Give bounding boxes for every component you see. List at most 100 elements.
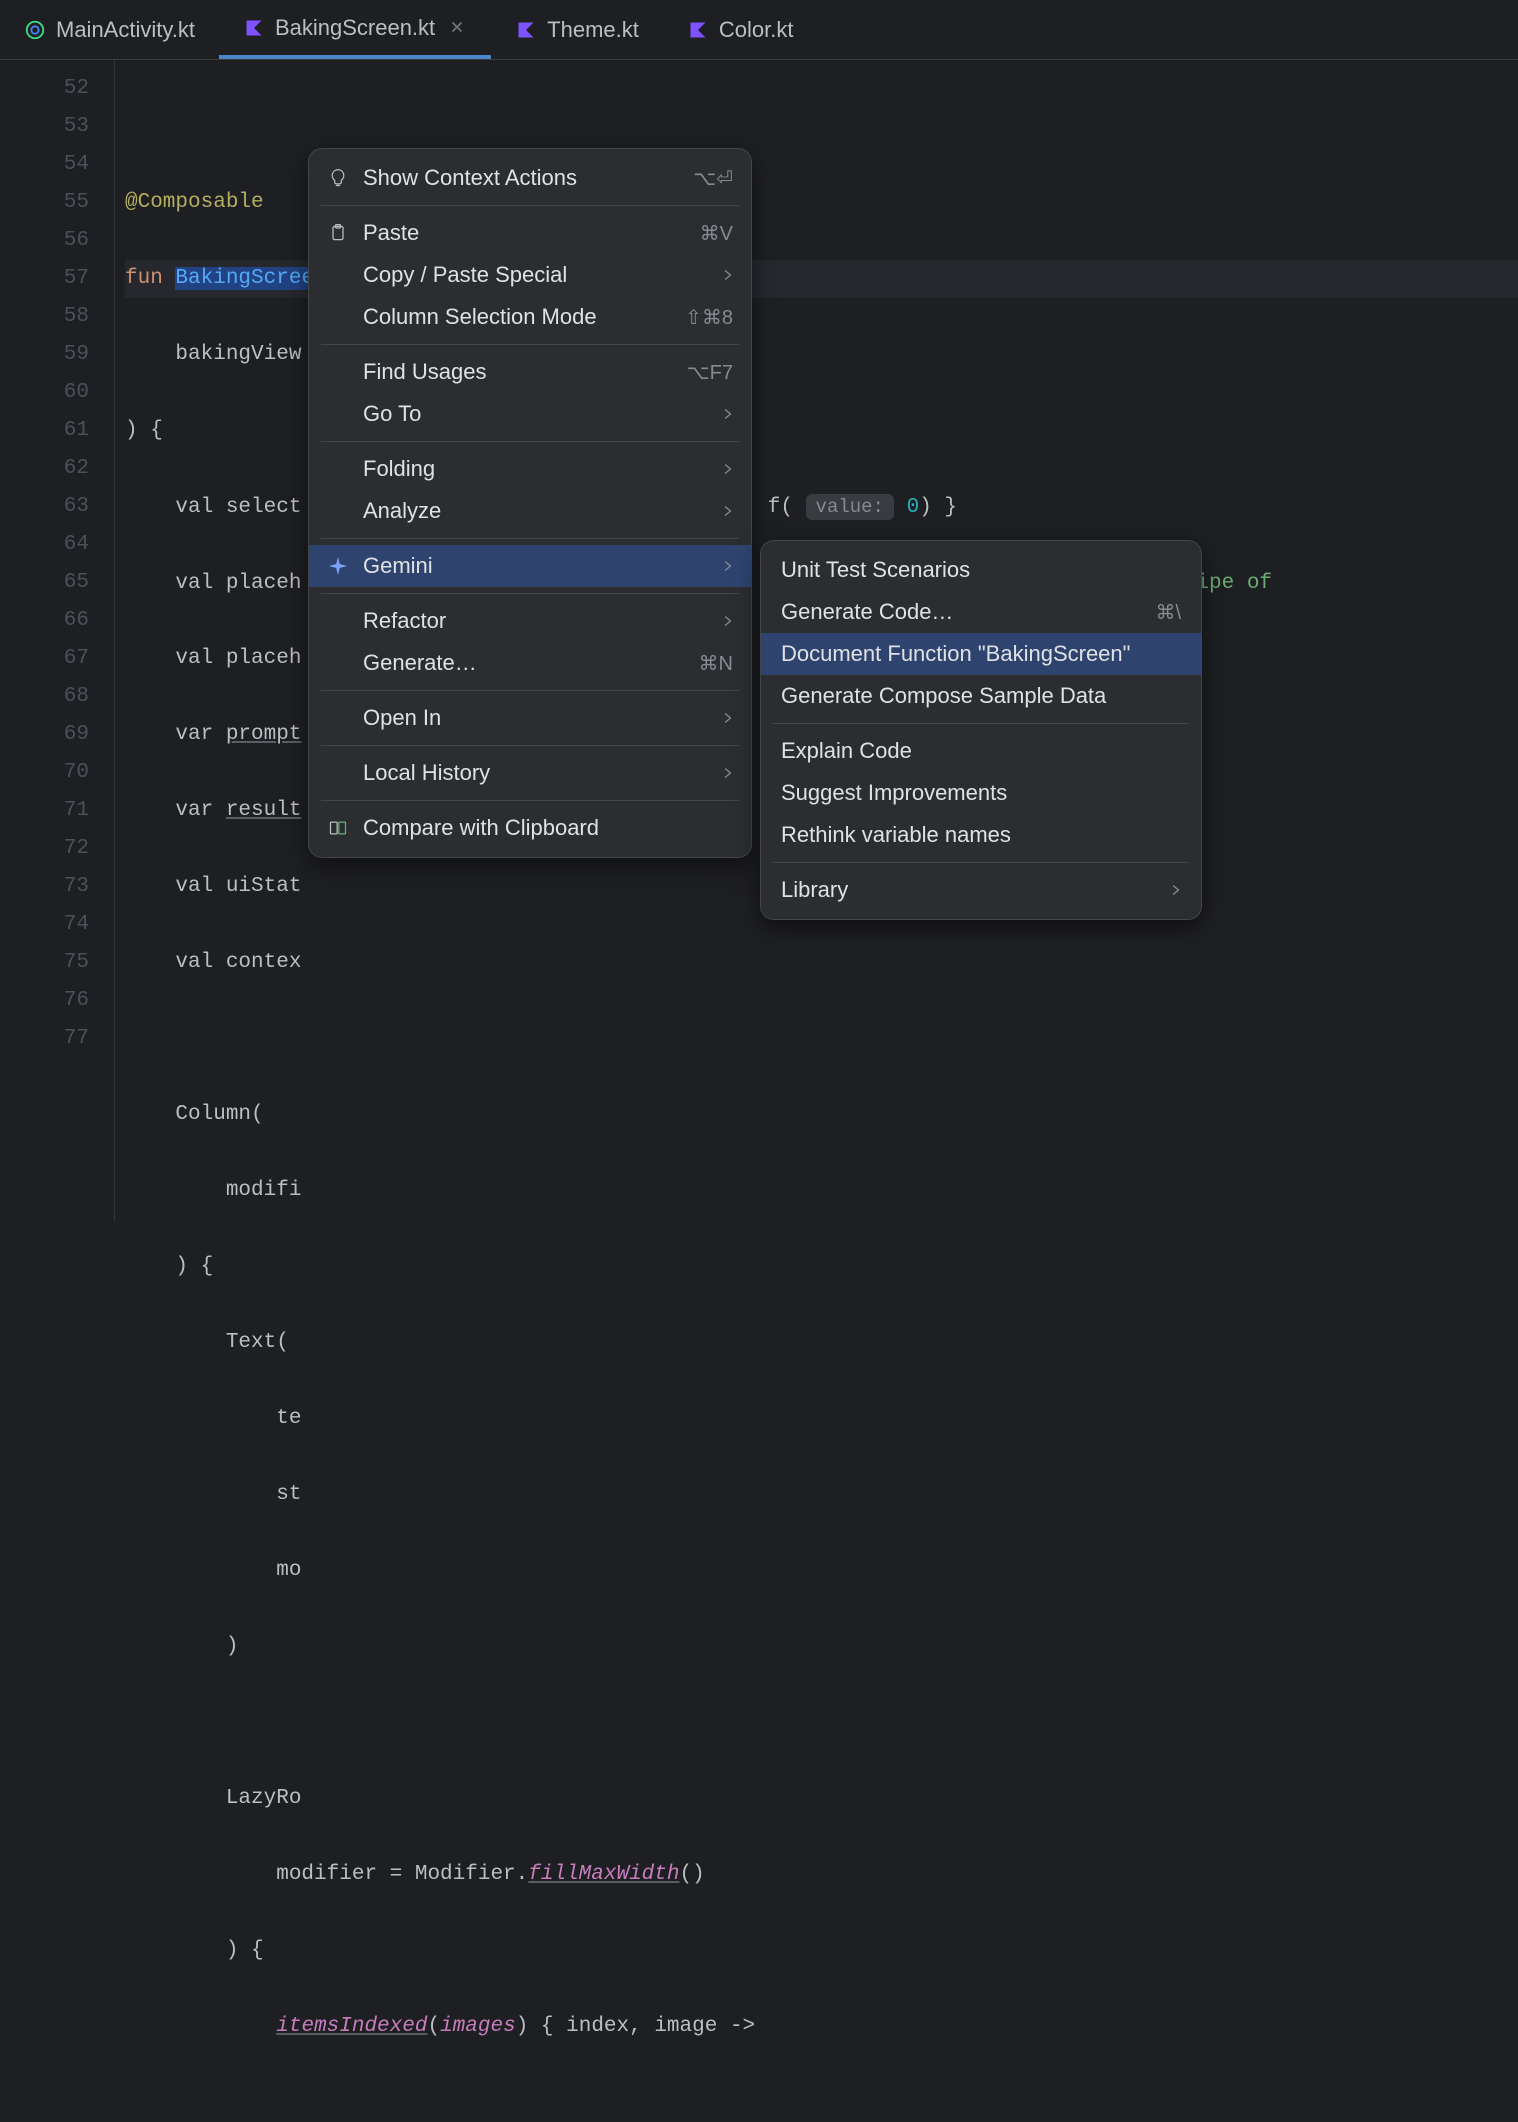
menu-item-compare-with-clipboard[interactable]: Compare with Clipboard	[309, 807, 751, 849]
line-number: 58	[0, 298, 89, 336]
menu-item-analyze[interactable]: Analyze	[309, 490, 751, 532]
menu-item-label: Compare with Clipboard	[363, 815, 733, 841]
menu-item-show-context-actions[interactable]: Show Context Actions⌥⏎	[309, 157, 751, 199]
line-number: 61	[0, 412, 89, 450]
menu-item-label: Document Function "BakingScreen"	[781, 641, 1181, 667]
menu-separator	[321, 538, 739, 539]
line-number: 72	[0, 830, 89, 868]
line-number: 56	[0, 222, 89, 260]
menu-item-paste[interactable]: Paste ⌘V	[309, 212, 751, 254]
chevron-right-icon	[723, 464, 733, 474]
tab-label: BakingScreen.kt	[275, 15, 435, 41]
menu-item-go-to[interactable]: Go To	[309, 393, 751, 435]
menu-item-label: Local History	[363, 760, 709, 786]
tab-color[interactable]: Color.kt	[663, 0, 818, 59]
line-number: 60	[0, 374, 89, 412]
line-number: 77	[0, 1020, 89, 1058]
menu-separator	[773, 862, 1189, 863]
line-number: 73	[0, 868, 89, 906]
gemini-submenu: Unit Test Scenarios Generate Code…⌘\ Docum…	[760, 540, 1202, 920]
menu-item-unit-test-scenarios[interactable]: Unit Test Scenarios	[761, 549, 1201, 591]
tab-theme[interactable]: Theme.kt	[491, 0, 663, 59]
menu-separator	[773, 723, 1189, 724]
menu-item-library[interactable]: Library	[761, 869, 1201, 911]
bulb-icon	[327, 167, 349, 189]
menu-item-gemini[interactable]: Gemini	[309, 545, 751, 587]
tab-mainactivity[interactable]: MainActivity.kt	[0, 0, 219, 59]
line-number: 65	[0, 564, 89, 602]
menu-separator	[321, 441, 739, 442]
menu-item-find-usages[interactable]: Find Usages ⌥F7	[309, 351, 751, 393]
menu-item-label: Unit Test Scenarios	[781, 557, 1181, 583]
menu-item-document-function-bakingscreen[interactable]: Document Function "BakingScreen"	[761, 633, 1201, 675]
menu-item-label: Go To	[363, 401, 709, 427]
menu-item-label: Analyze	[363, 498, 709, 524]
editor-tab-bar: MainActivity.kt BakingScreen.kt Theme.kt…	[0, 0, 1518, 60]
menu-item-label: Find Usages	[363, 359, 673, 385]
menu-shortcut: ⌥F7	[687, 360, 733, 385]
menu-item-rethink-variable-names[interactable]: Rethink variable names	[761, 814, 1201, 856]
close-icon[interactable]	[449, 19, 467, 37]
line-number: 54	[0, 146, 89, 184]
line-number: 69	[0, 716, 89, 754]
menu-item-explain-code[interactable]: Explain Code	[761, 730, 1201, 772]
chevron-right-icon	[1171, 885, 1181, 895]
compose-icon	[24, 19, 46, 41]
menu-separator	[321, 690, 739, 691]
annotation: @Composable	[125, 191, 264, 214]
menu-item-label: Refactor	[363, 608, 709, 634]
chevron-right-icon	[723, 506, 733, 516]
line-number: 75	[0, 944, 89, 982]
menu-item-label: Column Selection Mode	[363, 304, 671, 330]
line-number-gutter: 5253545556575859606162636465666768697071…	[0, 60, 115, 1222]
menu-item-folding[interactable]: Folding	[309, 448, 751, 490]
chevron-right-icon	[723, 616, 733, 626]
menu-item-label: Generate…	[363, 650, 685, 676]
line-number: 52	[0, 70, 89, 108]
kotlin-icon	[243, 17, 265, 39]
function-name: BakingScreen	[175, 267, 326, 290]
menu-item-suggest-improvements[interactable]: Suggest Improvements	[761, 772, 1201, 814]
menu-item-column-selection-mode[interactable]: Column Selection Mode⇧⌘8	[309, 296, 751, 338]
menu-item-label: Gemini	[363, 553, 709, 579]
menu-item-label: Folding	[363, 456, 709, 482]
line-number: 53	[0, 108, 89, 146]
tab-label: MainActivity.kt	[56, 17, 195, 43]
menu-item-generate[interactable]: Generate…⌘N	[309, 642, 751, 684]
menu-item-label: Rethink variable names	[781, 822, 1181, 848]
tab-bakingscreen[interactable]: BakingScreen.kt	[219, 0, 491, 59]
line-number: 62	[0, 450, 89, 488]
line-number: 63	[0, 488, 89, 526]
menu-item-label: Generate Code…	[781, 599, 1141, 625]
menu-item-generate-code[interactable]: Generate Code…⌘\	[761, 591, 1201, 633]
menu-separator	[321, 205, 739, 206]
menu-item-local-history[interactable]: Local History	[309, 752, 751, 794]
parameter-hint: value:	[806, 494, 894, 520]
chevron-right-icon	[723, 270, 733, 280]
menu-item-open-in[interactable]: Open In	[309, 697, 751, 739]
tab-label: Theme.kt	[547, 17, 639, 43]
menu-item-refactor[interactable]: Refactor	[309, 600, 751, 642]
tab-label: Color.kt	[719, 17, 794, 43]
chevron-right-icon	[723, 768, 733, 778]
sparkle-icon	[327, 555, 349, 577]
keyword: fun	[125, 267, 175, 290]
line-number: 68	[0, 678, 89, 716]
chevron-right-icon	[723, 561, 733, 571]
menu-item-label: Open In	[363, 705, 709, 731]
line-number: 66	[0, 602, 89, 640]
line-number: 70	[0, 754, 89, 792]
menu-separator	[321, 745, 739, 746]
menu-item-label: Explain Code	[781, 738, 1181, 764]
menu-item-label: Paste	[363, 220, 686, 246]
menu-shortcut: ⌘V	[700, 221, 733, 246]
menu-separator	[321, 593, 739, 594]
menu-item-copy-paste-special[interactable]: Copy / Paste Special	[309, 254, 751, 296]
chevron-right-icon	[723, 713, 733, 723]
menu-item-generate-compose-sample-data[interactable]: Generate Compose Sample Data	[761, 675, 1201, 717]
menu-item-label: Generate Compose Sample Data	[781, 683, 1181, 709]
menu-shortcut: ⌥⏎	[693, 166, 733, 191]
line-number: 71	[0, 792, 89, 830]
line-number: 76	[0, 982, 89, 1020]
editor-area: 5253545556575859606162636465666768697071…	[0, 60, 1518, 1222]
